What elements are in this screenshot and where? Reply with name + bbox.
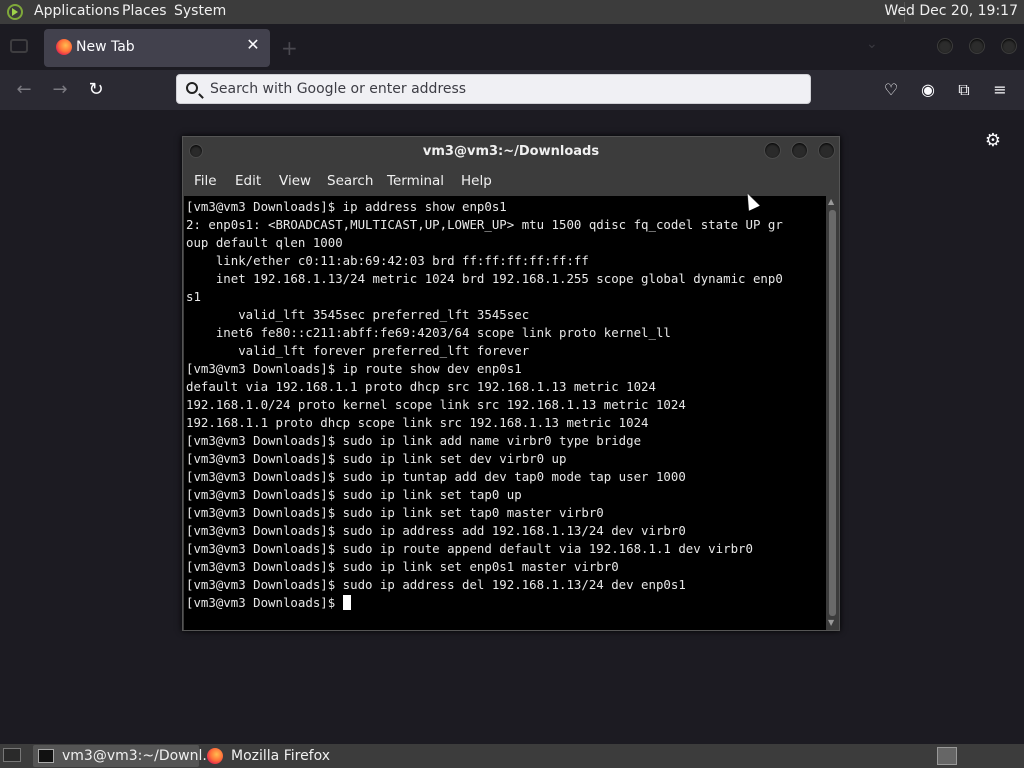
terminal-line: 2: enp0s1: <BROADCAST,MULTICAST,UP,LOWER… (186, 217, 783, 232)
terminal-line: valid_lft forever preferred_lft forever (238, 343, 530, 358)
scroll-down-icon[interactable]: ▼ (828, 618, 834, 627)
taskbar-label: vm3@vm3:~/Downl... (62, 748, 216, 764)
minimize-window-button[interactable] (937, 38, 953, 54)
taskbar-item-terminal[interactable]: vm3@vm3:~/Downl... (33, 745, 216, 767)
terminal-line: [vm3@vm3 Downloads]$ sudo ip link add na… (186, 433, 642, 448)
terminal-line: default via 192.168.1.1 proto dhcp src 1… (186, 379, 656, 394)
system-menu[interactable]: System (174, 3, 226, 19)
menu-edit[interactable]: Edit (235, 173, 261, 189)
menu-search[interactable]: Search (327, 173, 373, 189)
back-icon[interactable]: ← (13, 79, 35, 101)
terminal-line: [vm3@vm3 Downloads]$ sudo ip tuntap add … (186, 469, 686, 484)
new-tab-icon[interactable]: + (281, 36, 298, 60)
taskbar-label: Mozilla Firefox (231, 748, 331, 764)
menu-terminal[interactable]: Terminal (387, 173, 444, 189)
menu-file[interactable]: File (194, 173, 217, 189)
pocket-icon[interactable]: ♡ (881, 80, 901, 100)
terminal-line: [vm3@vm3 Downloads]$ sudo ip route appen… (186, 541, 753, 556)
tab-list-icon[interactable] (10, 39, 28, 53)
terminal-minimize-button[interactable] (764, 142, 781, 159)
terminal-line: 192.168.1.0/24 proto kernel scope link s… (186, 397, 686, 412)
bottom-panel: vm3@vm3:~/Downl... Mozilla Firefox (0, 744, 1024, 768)
extensions-icon[interactable]: ⧉ (954, 80, 974, 100)
url-input-placeholder[interactable]: Search with Google or enter address (210, 81, 466, 97)
top-panel: Applications Places System Wed Dec 20, 1… (0, 0, 1024, 24)
terminal-output: [vm3@vm3 Downloads]$ ip address show enp… (184, 196, 826, 612)
terminal-line: s1 (186, 289, 201, 304)
terminal-line: oup default qlen 1000 (186, 235, 343, 250)
reload-icon[interactable]: ↻ (85, 79, 107, 101)
terminal-close-button[interactable] (818, 142, 835, 159)
forward-icon[interactable]: → (49, 79, 71, 101)
gear-icon[interactable]: ⚙ (983, 131, 1003, 151)
terminal-line: link/ether c0:11:ab:69:42:03 brd ff:ff:f… (215, 253, 589, 268)
clock[interactable]: Wed Dec 20, 19:17 (884, 3, 1018, 19)
terminal-line: [vm3@vm3 Downloads]$ sudo ip link set de… (186, 451, 567, 466)
terminal-title: vm3@vm3:~/Downloads (422, 144, 600, 159)
terminal-line: [vm3@vm3 Downloads]$ ip address show enp… (186, 199, 507, 214)
firefox-icon (207, 748, 223, 764)
workspace-switcher[interactable] (937, 747, 957, 765)
terminal-icon (38, 749, 54, 763)
terminal-menubar: File Edit View Search Terminal Help (183, 167, 839, 195)
terminal-line: [vm3@vm3 Downloads]$ sudo ip link set ta… (186, 487, 522, 502)
terminal-line: [vm3@vm3 Downloads]$ sudo ip link set en… (186, 559, 619, 574)
scroll-up-icon[interactable]: ▲ (828, 197, 834, 206)
applications-menu[interactable]: Applications (34, 3, 120, 19)
terminal-line: [vm3@vm3 Downloads]$ sudo ip address del… (186, 577, 686, 592)
tab-new-tab[interactable]: New Tab ✕ (44, 29, 270, 67)
terminal-prompt: [vm3@vm3 Downloads]$ (186, 595, 343, 610)
chevron-down-icon[interactable]: ⌄ (866, 36, 878, 52)
tab-title: New Tab (76, 39, 135, 55)
menu-help[interactable]: Help (461, 173, 492, 189)
terminal-line: valid_lft 3545sec preferred_lft 3545sec (238, 307, 530, 322)
taskbar-item-firefox[interactable]: Mozilla Firefox (202, 745, 362, 767)
close-window-button[interactable] (1001, 38, 1017, 54)
terminal-line: [vm3@vm3 Downloads]$ sudo ip link set ta… (186, 505, 604, 520)
places-menu[interactable]: Places (122, 3, 167, 19)
menu-view[interactable]: View (279, 173, 311, 189)
terminal-line: inet6 fe80::c211:abff:fe69:4203/64 scope… (215, 325, 671, 340)
menu-icon[interactable]: ≡ (990, 80, 1010, 100)
firefox-icon (56, 39, 72, 55)
url-bar[interactable]: Search with Google or enter address (176, 74, 811, 104)
terminal-window: vm3@vm3:~/Downloads File Edit View Searc… (182, 136, 840, 631)
distro-logo-icon[interactable] (7, 4, 23, 20)
terminal-line: 192.168.1.1 proto dhcp scope link src 19… (186, 415, 649, 430)
show-desktop-icon[interactable] (3, 748, 21, 762)
terminal-line: [vm3@vm3 Downloads]$ ip route show dev e… (186, 361, 522, 376)
terminal-cursor (342, 595, 351, 610)
terminal-maximize-button[interactable] (791, 142, 808, 159)
search-icon (186, 82, 198, 94)
scrollbar-thumb[interactable] (829, 210, 836, 616)
terminal-titlebar[interactable]: vm3@vm3:~/Downloads (183, 137, 839, 167)
close-tab-icon[interactable]: ✕ (243, 35, 263, 55)
maximize-window-button[interactable] (969, 38, 985, 54)
account-icon[interactable]: ◉ (918, 80, 938, 100)
terminal-screen[interactable]: [vm3@vm3 Downloads]$ ip address show enp… (184, 196, 826, 630)
terminal-scrollbar[interactable]: ▲ ▼ (826, 196, 839, 630)
terminal-line: inet 192.168.1.13/24 metric 1024 brd 192… (215, 271, 783, 286)
terminal-line: [vm3@vm3 Downloads]$ sudo ip address add… (186, 523, 686, 538)
